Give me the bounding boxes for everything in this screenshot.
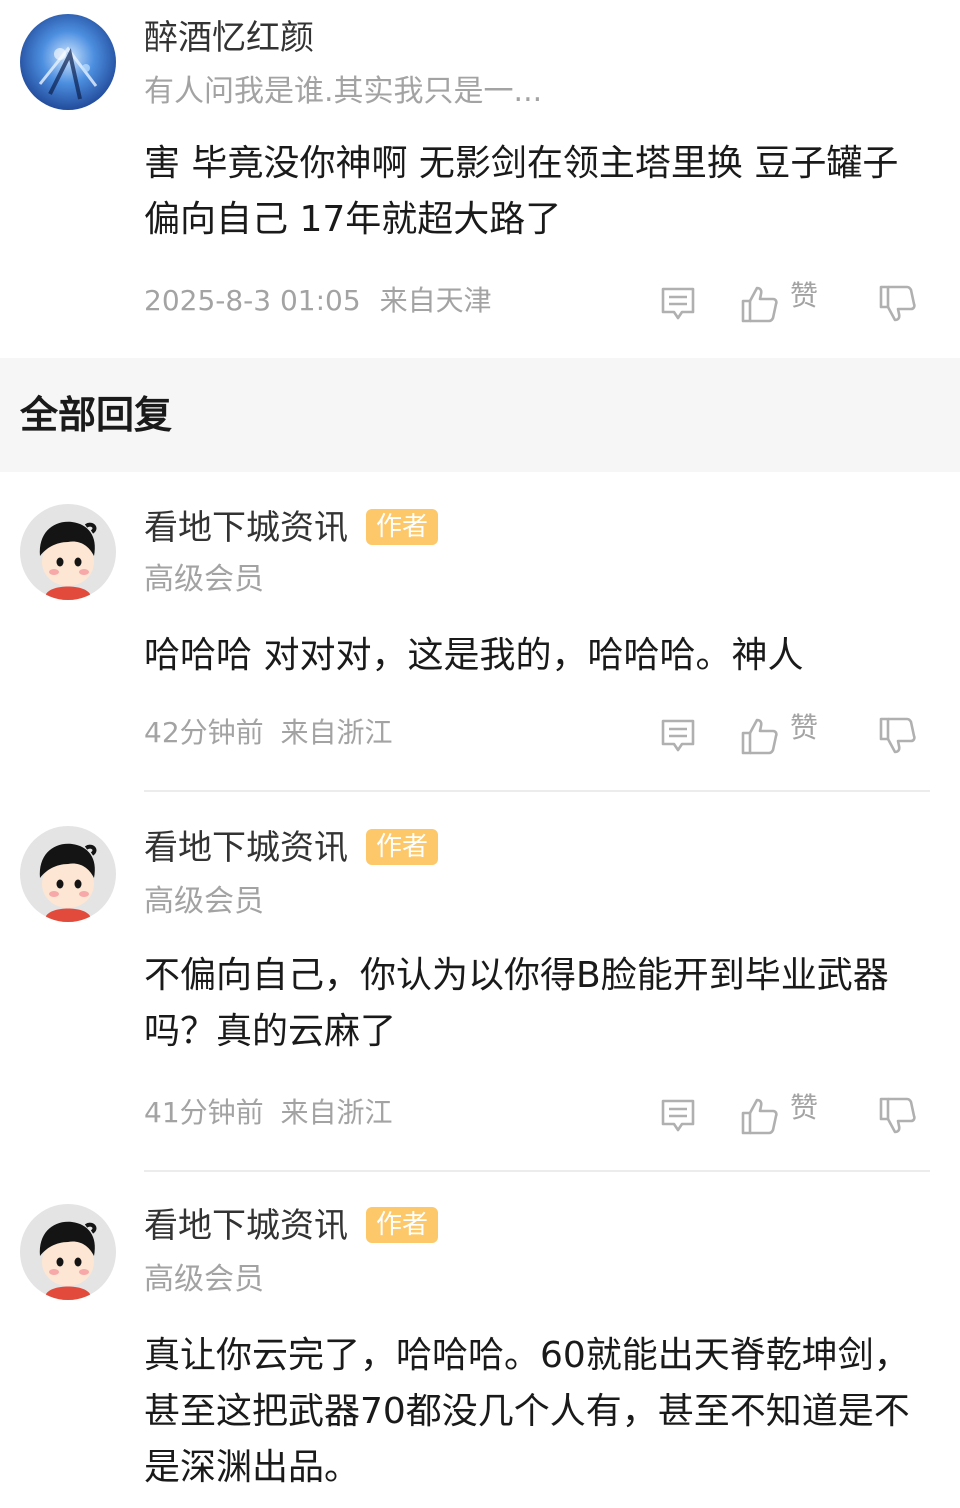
like-button[interactable]: 赞 — [740, 1091, 818, 1138]
author-badge: 作者 — [366, 508, 439, 545]
like-label: 赞 — [790, 711, 819, 744]
comment-location: 来自天津 — [379, 284, 492, 317]
reply-button[interactable] — [658, 1094, 698, 1138]
divider — [144, 1170, 930, 1172]
dislike-button[interactable] — [878, 282, 918, 326]
thumbs-down-icon — [879, 1097, 916, 1134]
like-label: 赞 — [790, 1091, 819, 1124]
reply-actions: 赞 — [658, 1091, 938, 1138]
comment-text: 害 毕竟没你神啊 无影剑在领主塔里换 豆子罐子偏向自己 17年就超大路了 — [144, 143, 899, 240]
author-name-text: 看地下城资讯 — [144, 828, 348, 868]
thumbs-up-icon — [741, 718, 778, 755]
author-badge: 作者 — [366, 828, 439, 865]
reply-button[interactable] — [658, 282, 698, 326]
author-name[interactable]: 醉酒忆红颜 — [144, 18, 314, 58]
author-name[interactable]: 看地下城资讯 作者 — [144, 828, 439, 868]
section-title: 全部回复 — [20, 393, 173, 437]
reply-button[interactable] — [658, 714, 698, 758]
thumbs-down-icon — [879, 285, 916, 322]
reply-time: 41分钟前 — [144, 1096, 264, 1129]
reply-time: 42分钟前 — [144, 716, 264, 749]
reply-text: 不偏向自己，你认为以你得B脸能开到毕业武器吗？真的云麻了 — [144, 955, 889, 1052]
author-name-text: 看地下城资讯 — [144, 508, 348, 548]
author-signature: 有人问我是谁.其实我只是一... — [144, 74, 543, 109]
like-button[interactable]: 赞 — [740, 711, 818, 758]
avatar[interactable] — [20, 1204, 116, 1300]
author-name[interactable]: 看地下城资讯 作者 — [144, 1206, 439, 1246]
avatar[interactable] — [20, 14, 116, 110]
like-label: 赞 — [790, 279, 819, 312]
reply-actions: 赞 — [658, 711, 938, 758]
section-header: 全部回复 — [0, 358, 960, 472]
reply-text: 哈哈哈 对对对，这是我的，哈哈哈。神人 — [144, 635, 804, 676]
author-name-text: 看地下城资讯 — [144, 1206, 348, 1246]
reply-text: 真让你云完了，哈哈哈。60就能出天脊乾坤剑，甚至这把武器70都没几个人有，甚至不… — [144, 1335, 910, 1488]
like-button[interactable]: 赞 — [740, 279, 818, 326]
avatar[interactable] — [20, 504, 116, 600]
comment-time: 2025-8-3 01:05 — [144, 284, 361, 317]
member-level: 高级会员 — [144, 562, 264, 597]
thumbs-up-icon — [741, 286, 778, 323]
comment-actions: 赞 — [658, 279, 938, 326]
reply-icon — [661, 287, 695, 320]
reply-location: 来自浙江 — [280, 716, 393, 749]
divider — [144, 790, 930, 792]
thumbs-up-icon — [741, 1098, 778, 1135]
dislike-button[interactable] — [878, 714, 918, 758]
avatar[interactable] — [20, 826, 116, 922]
member-level: 高级会员 — [144, 884, 264, 919]
thumbs-down-icon — [879, 717, 916, 754]
reply-location: 来自浙江 — [280, 1096, 393, 1129]
reply-icon — [661, 719, 695, 752]
reply-meta: 41分钟前 来自浙江 — [144, 1096, 393, 1130]
dislike-button[interactable] — [878, 1094, 918, 1138]
author-badge: 作者 — [366, 1206, 439, 1243]
reply-meta: 42分钟前 来自浙江 — [144, 716, 393, 750]
member-level: 高级会员 — [144, 1262, 264, 1297]
author-name[interactable]: 看地下城资讯 作者 — [144, 508, 439, 548]
reply-icon — [661, 1099, 695, 1132]
comment-meta: 2025-8-3 01:05 来自天津 — [144, 284, 492, 318]
